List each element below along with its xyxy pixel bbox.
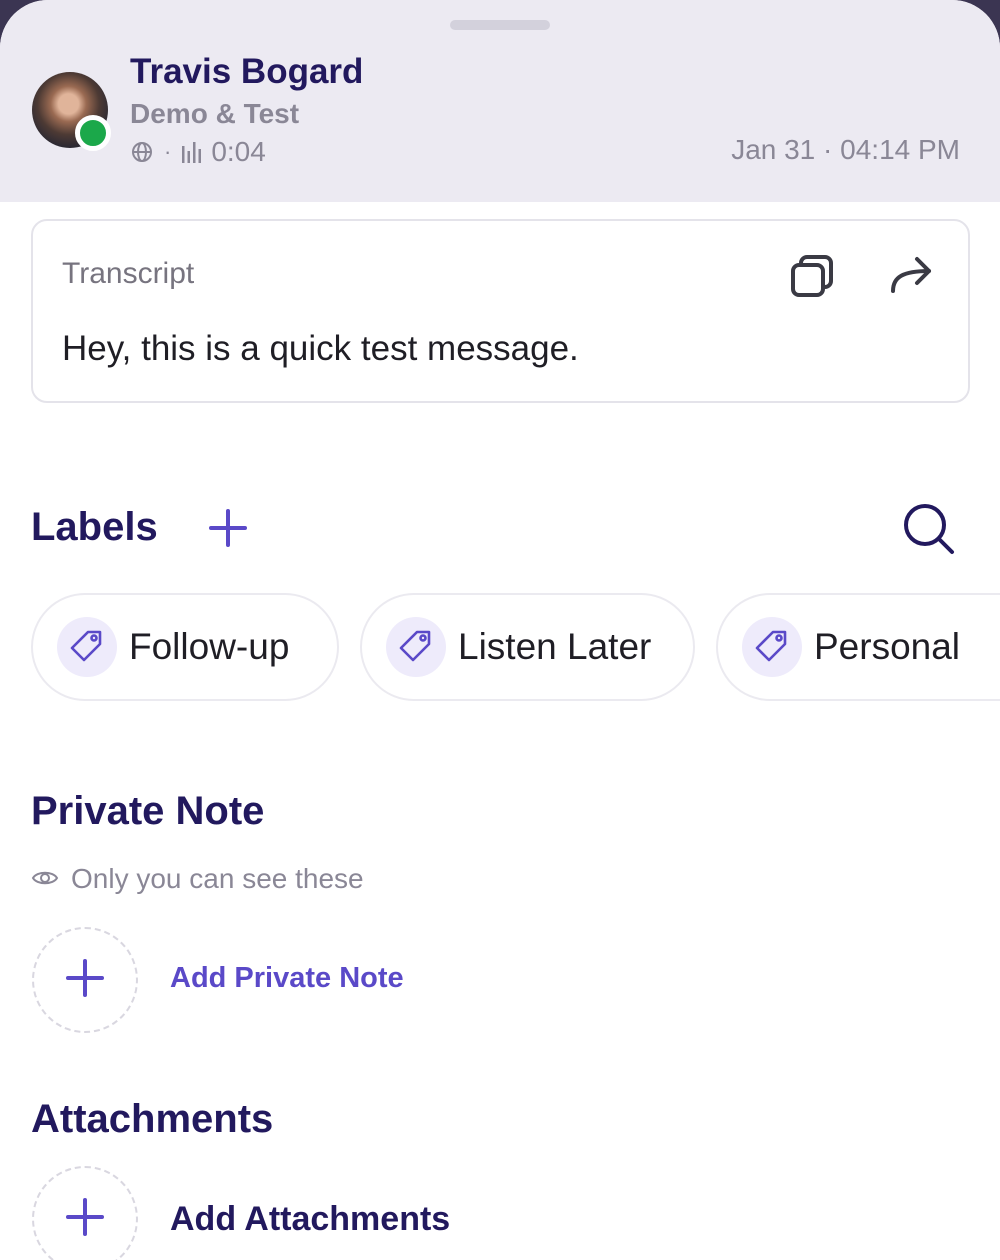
tag-icon (386, 617, 446, 677)
channel-name: Demo & Test (130, 98, 300, 129)
label-chip-text: Listen Later (458, 626, 652, 667)
globe-icon (130, 140, 154, 164)
add-private-note-button[interactable] (32, 927, 138, 1033)
audio-bars-icon (181, 139, 203, 165)
message-duration: 0:04 (211, 136, 266, 167)
visibility-text: Only you can see these (71, 863, 364, 894)
labels-heading: Labels (31, 505, 158, 549)
attachments-heading: Attachments (31, 1097, 274, 1141)
copy-transcript-button[interactable] (787, 251, 837, 301)
plus-icon (65, 1197, 105, 1242)
share-transcript-button[interactable] (887, 253, 937, 299)
private-note-visibility: Only you can see these (31, 860, 364, 898)
label-chip-text: Personal (814, 626, 961, 667)
message-header: Travis Bogard Demo & Test · 0:04 Jan 31 … (0, 0, 1000, 202)
add-attachment-button[interactable] (32, 1166, 138, 1260)
tag-icon (57, 617, 117, 677)
plus-icon (206, 509, 250, 554)
private-note-heading: Private Note (31, 789, 265, 833)
transcript-text: Hey, this is a quick test message. (62, 329, 579, 368)
add-attachments-link[interactable]: Add Attachments (170, 1200, 450, 1239)
message-detail-sheet: Travis Bogard Demo & Test · 0:04 Jan 31 … (0, 0, 1000, 1260)
online-status-dot (75, 115, 111, 151)
transcript-card: Transcript Hey, this is a quick test mes… (31, 219, 970, 403)
copy-icon (787, 255, 837, 305)
drag-handle[interactable] (450, 20, 550, 30)
search-labels-button[interactable] (900, 500, 956, 556)
eye-icon (31, 863, 71, 895)
plus-icon (65, 958, 105, 1003)
label-chip-text: Follow-up (129, 626, 290, 667)
forward-arrow-icon (887, 257, 937, 303)
transcript-label: Transcript (62, 257, 195, 290)
tag-icon (742, 617, 802, 677)
message-meta: · 0:04 (130, 134, 266, 170)
label-chip[interactable]: Listen Later (360, 593, 695, 701)
label-chip[interactable]: Follow-up (31, 593, 339, 701)
sender-name[interactable]: Travis Bogard (130, 52, 363, 92)
label-chip[interactable]: Personal (716, 593, 1000, 701)
add-private-note-link[interactable]: Add Private Note (170, 962, 404, 995)
search-icon (900, 504, 956, 560)
meta-separator: · (164, 139, 172, 164)
message-timestamp: Jan 31 · 04:14 PM (731, 134, 960, 165)
add-label-button[interactable] (206, 506, 250, 550)
